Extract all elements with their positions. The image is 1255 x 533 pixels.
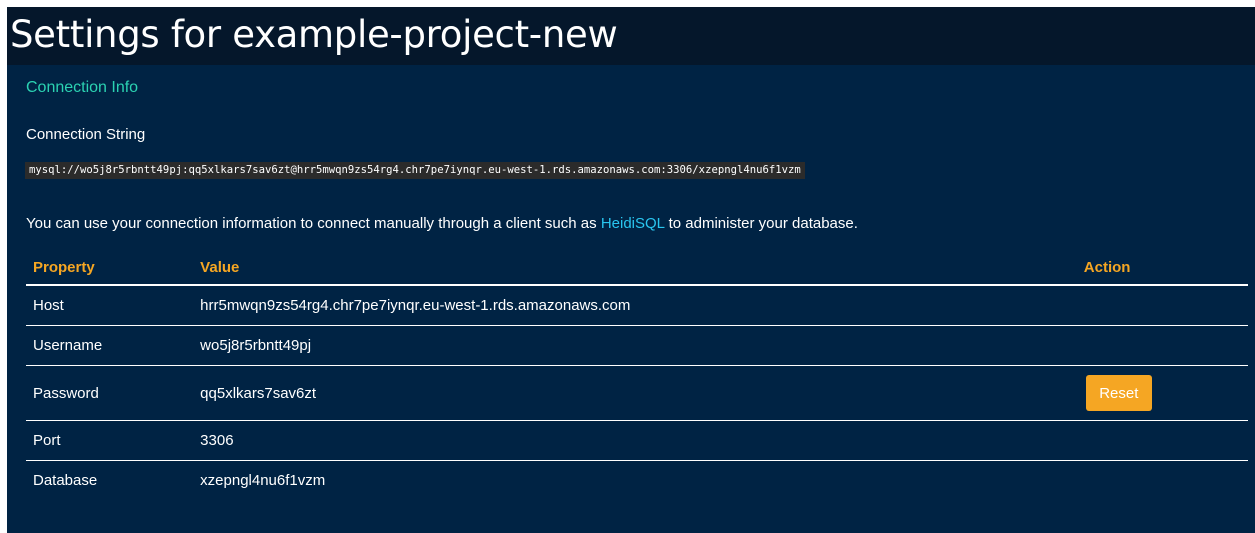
password-value: qq5xlkars7sav6zt bbox=[200, 365, 1084, 421]
password-property: Password bbox=[26, 365, 201, 421]
connection-string-label: Connection String bbox=[26, 126, 146, 143]
host-value: hrr5mwqn9zs54rg4.chr7pe7iynqr.eu-west-1.… bbox=[200, 285, 1084, 326]
host-property: Host bbox=[26, 285, 201, 326]
header-action: Action bbox=[1083, 251, 1248, 286]
connection-string-value[interactable]: mysql://wo5j8r5rbntt49pj:qq5xlkars7sav6z… bbox=[25, 162, 805, 179]
help-text: You can use your connection information … bbox=[26, 215, 858, 232]
header-property: Property bbox=[26, 251, 201, 286]
port-action bbox=[1083, 420, 1248, 461]
table-row-port: Port 3306 bbox=[26, 420, 1248, 461]
database-value: xzepngl4nu6f1vzm bbox=[200, 472, 326, 489]
connection-info-heading: Connection Info bbox=[26, 79, 139, 96]
help-text-suffix: to administer your database. bbox=[664, 215, 858, 232]
database-action bbox=[1084, 461, 1248, 501]
table-row-password: Password qq5xlkars7sav6zt Reset bbox=[26, 365, 1248, 421]
table-row-host: Host hrr5mwqn9zs54rg4.chr7pe7iynqr.eu-we… bbox=[26, 285, 1248, 326]
reset-password-button[interactable]: Reset bbox=[1085, 375, 1152, 411]
password-action: Reset bbox=[1083, 365, 1248, 421]
table-header-row: Property Value Action bbox=[26, 251, 1248, 286]
connection-settings-table: Property Value Action Host hrr5mwqn9zs54… bbox=[26, 251, 1248, 500]
username-property: Username bbox=[26, 325, 201, 366]
host-action bbox=[1083, 285, 1248, 326]
header-value: Value bbox=[200, 251, 1084, 286]
port-value: 3306 bbox=[200, 420, 1084, 461]
database-property: Database bbox=[33, 472, 98, 489]
username-action bbox=[1083, 325, 1248, 366]
username-value: wo5j8r5rbntt49pj bbox=[200, 325, 1084, 366]
connection-panel: Connection Info Connection String mysql:… bbox=[7, 65, 1255, 533]
port-property: Port bbox=[26, 420, 201, 461]
page-title: Settings for example-project-new bbox=[10, 13, 618, 56]
table-row-username: Username wo5j8r5rbntt49pj bbox=[26, 325, 1248, 366]
page-header: Settings for example-project-new bbox=[7, 7, 1255, 65]
table-row-database: Database xzepngl4nu6f1vzm bbox=[26, 461, 1248, 501]
help-text-prefix: You can use your connection information … bbox=[26, 215, 601, 232]
heidisql-link[interactable]: HeidiSQL bbox=[601, 215, 665, 232]
